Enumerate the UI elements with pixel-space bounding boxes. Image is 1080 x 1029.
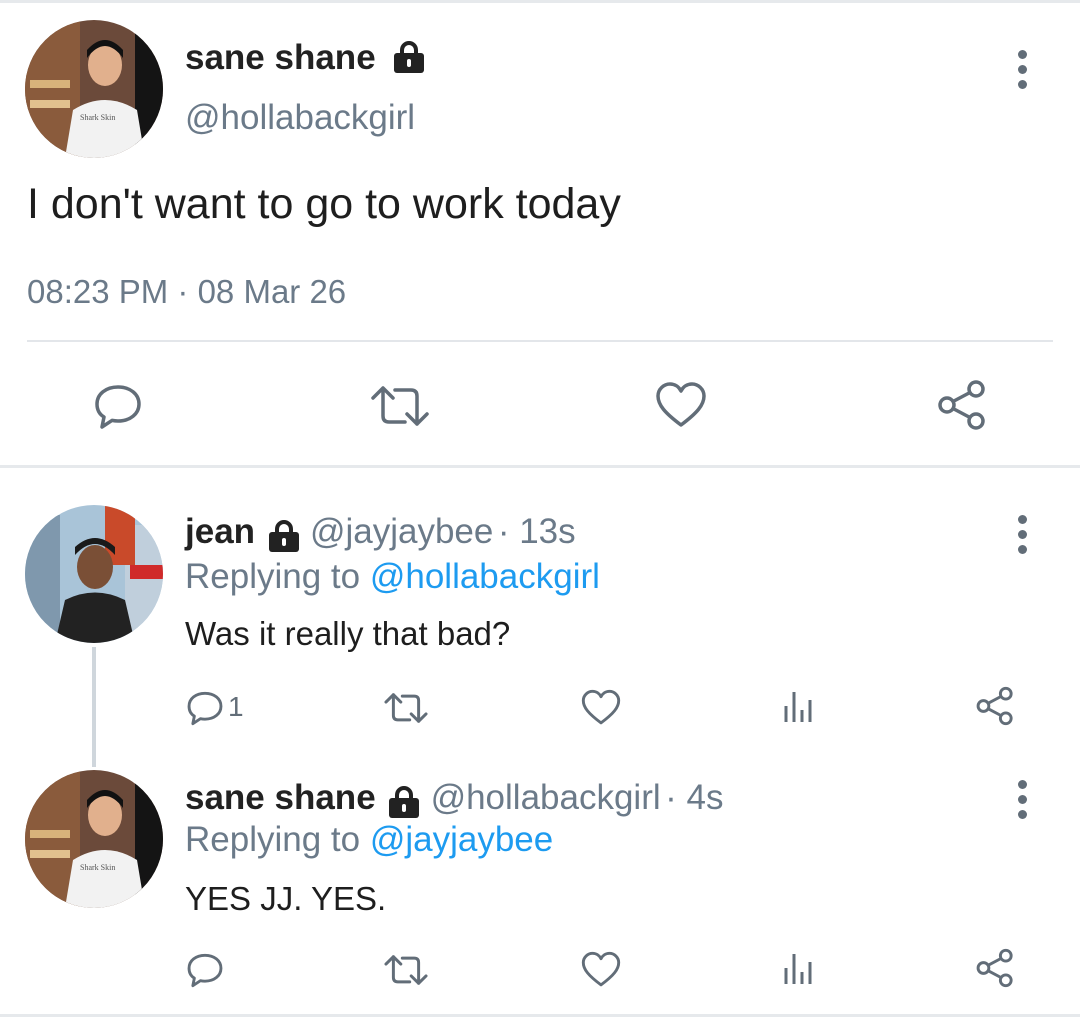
author-avatar[interactable]: Shark Skin [25,20,163,158]
share-icon [976,686,1013,726]
svg-text:Shark Skin: Shark Skin [80,113,115,122]
more-options-icon[interactable] [1018,50,1030,95]
retweet-button[interactable] [383,690,429,726]
retweet-button[interactable] [369,382,431,430]
reply-author-name[interactable]: sane shane [185,778,376,817]
more-options-icon[interactable] [1018,515,1030,560]
reply-button[interactable]: 1 [186,688,244,726]
reply-time: · 13s [497,512,576,551]
replying-to-line: Replying to @hollabackgirl [185,557,600,597]
share-icon [976,948,1013,988]
lock-icon [394,40,425,73]
reply-author-handle[interactable]: @hollabackgirl [431,778,661,817]
analytics-button[interactable] [780,688,816,724]
author-name[interactable]: sane shane [185,38,376,77]
lock-icon [268,519,299,552]
analytics-icon [784,954,812,984]
thread-connector-line [92,647,96,767]
share-button[interactable] [975,686,1015,726]
like-button[interactable] [655,381,707,429]
like-button[interactable] [581,689,621,726]
reply-text: YES JJ. YES. [185,880,387,917]
section-divider [0,465,1080,468]
share-button[interactable] [936,379,988,431]
replying-to-link[interactable]: @hollabackgirl [370,557,600,596]
retweet-icon [384,955,428,985]
tweet-text: I don't want to go to work today [27,180,621,228]
reply-author-handle[interactable]: @jayjaybee [310,512,493,551]
timestamp-divider [27,340,1053,342]
reply-avatar[interactable]: Shark Skin [25,770,163,908]
like-icon [581,951,621,987]
retweet-button[interactable] [383,952,429,988]
author-handle[interactable]: @hollabackgirl [185,98,415,138]
reply-time: · 4s [665,778,724,817]
reply-avatar[interactable] [25,505,163,643]
reply-count: 1 [228,691,244,722]
replying-to-prefix: Replying to [185,820,370,859]
reply-button[interactable] [186,950,224,988]
tweet-timestamp: 08:23 PM · 08 Mar 26 [27,273,347,310]
reply-header: sane shane @hollabackgirl · 4s [185,778,723,819]
more-options-icon[interactable] [1018,780,1030,825]
replying-to-prefix: Replying to [185,557,370,596]
reply-icon [187,691,223,726]
reply-button[interactable] [93,380,143,430]
replying-to-line: Replying to @jayjaybee [185,820,553,860]
share-button[interactable] [975,948,1015,988]
reply-header: jean @jayjaybee · 13s [185,512,576,553]
reply-author-name[interactable]: jean [185,512,255,551]
like-button[interactable] [581,951,621,988]
retweet-icon [384,693,428,723]
reply-icon [95,385,141,429]
author-name-row[interactable]: sane shane [185,38,427,78]
like-icon [656,382,706,427]
analytics-icon [784,692,812,722]
like-icon [581,689,621,725]
svg-text:Shark Skin: Shark Skin [80,863,115,872]
bottom-divider [0,1014,1080,1017]
share-icon [938,380,985,430]
reply-icon [187,953,223,988]
top-divider [0,0,1080,3]
retweet-icon [371,386,429,426]
reply-text: Was it really that bad? [185,615,511,652]
lock-icon [389,785,420,818]
analytics-button[interactable] [780,950,816,986]
replying-to-link[interactable]: @jayjaybee [370,820,553,859]
